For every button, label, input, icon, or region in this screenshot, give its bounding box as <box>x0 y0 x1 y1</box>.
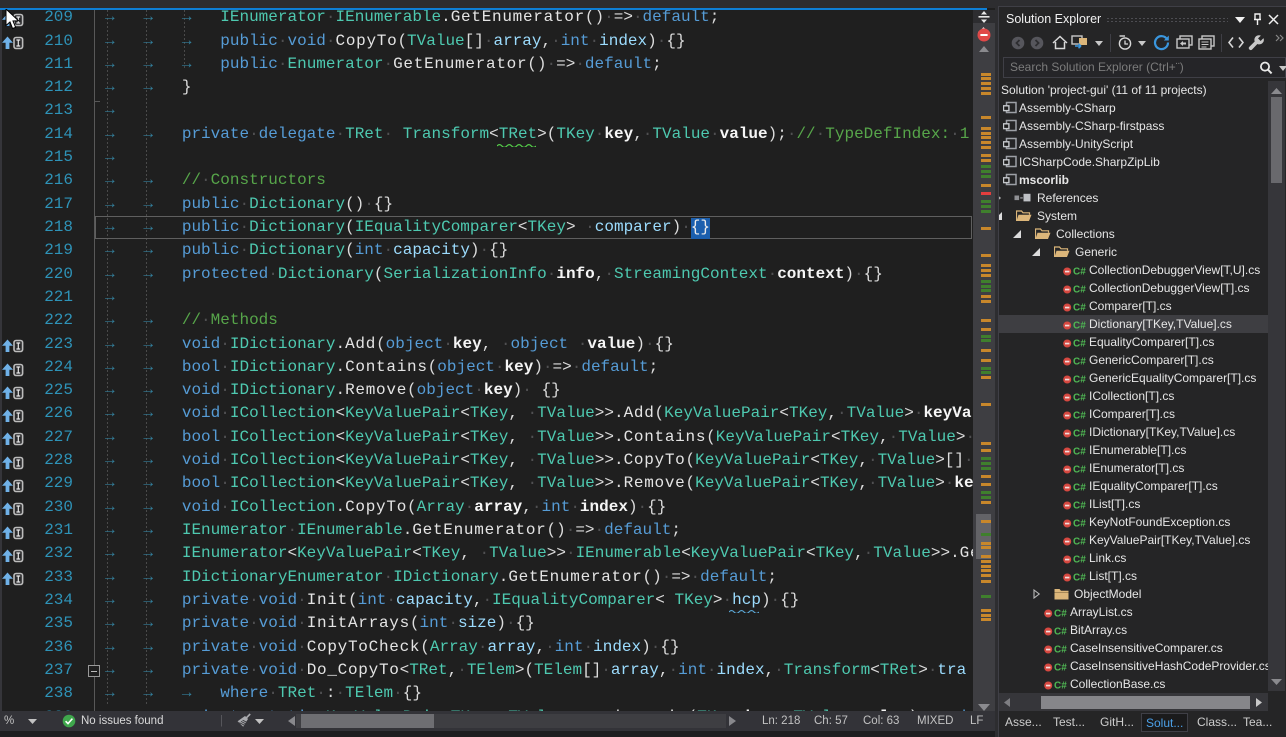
svg-text:C#: C# <box>1073 519 1086 530</box>
svg-text:C#: C# <box>1073 357 1086 368</box>
svg-text:C#: C# <box>1054 609 1067 620</box>
svg-text:C#: C# <box>1073 267 1086 278</box>
svg-text:C#: C# <box>1073 501 1086 512</box>
svg-text:C#: C# <box>1073 339 1086 350</box>
svg-text:C#: C# <box>1073 573 1086 584</box>
svg-text:C#: C# <box>1073 447 1086 458</box>
svg-text:C#: C# <box>1073 285 1086 296</box>
svg-text:C#: C# <box>1073 429 1086 440</box>
svg-text:C#: C# <box>1073 411 1086 422</box>
svg-text:C#: C# <box>1073 465 1086 476</box>
svg-text:C#: C# <box>1054 681 1067 692</box>
svg-text:C#: C# <box>1054 663 1067 674</box>
svg-text:C#: C# <box>1073 303 1086 314</box>
svg-text:C#: C# <box>1054 627 1067 638</box>
svg-text:C#: C# <box>1073 375 1086 386</box>
svg-text:C#: C# <box>1073 537 1086 548</box>
svg-text:C#: C# <box>1054 645 1067 656</box>
svg-text:C#: C# <box>1073 321 1086 332</box>
svg-text:C#: C# <box>1073 555 1086 566</box>
svg-text:C#: C# <box>1073 483 1086 494</box>
svg-text:C#: C# <box>1073 393 1086 404</box>
